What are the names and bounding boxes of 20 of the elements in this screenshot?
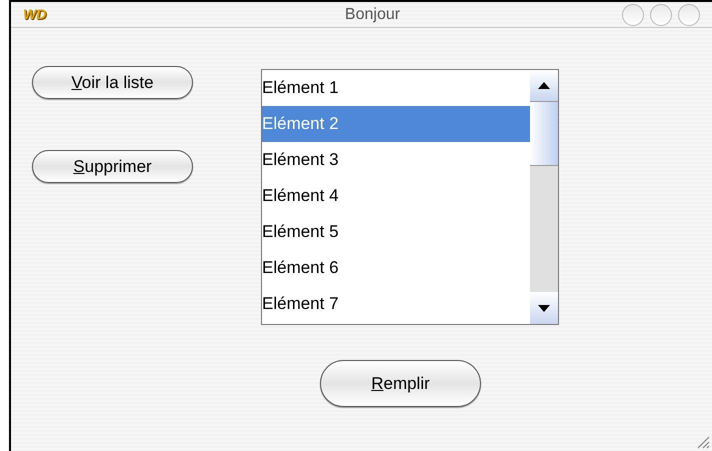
window-control-icon[interactable] [678, 4, 700, 26]
list-item[interactable]: Elément 7 [262, 286, 530, 322]
pill-button[interactable]: Remplir [320, 360, 481, 407]
scrollbar-thumb[interactable] [530, 102, 558, 166]
list-item[interactable]: Elément 1 [262, 70, 530, 106]
list-item[interactable]: Elément 2 [262, 106, 530, 142]
list-item[interactable]: Elément 6 [262, 250, 530, 286]
up-arrow-icon [538, 82, 550, 89]
scrollbar[interactable] [530, 70, 558, 324]
window-control-icon[interactable] [622, 4, 644, 26]
list-item[interactable]: Elément 4 [262, 178, 530, 214]
pill-button[interactable]: Voir la liste [32, 66, 193, 99]
resize-grip-icon[interactable] [696, 435, 710, 449]
pill-button[interactable]: Supprimer [32, 150, 193, 183]
window-control-icon[interactable] [650, 4, 672, 26]
app-logo: WD [23, 5, 48, 24]
list-item[interactable]: Elément 5 [262, 214, 530, 250]
window-title: Bonjour [344, 4, 402, 24]
list-item[interactable]: Elément 3 [262, 142, 530, 178]
down-arrow-icon [538, 304, 550, 312]
